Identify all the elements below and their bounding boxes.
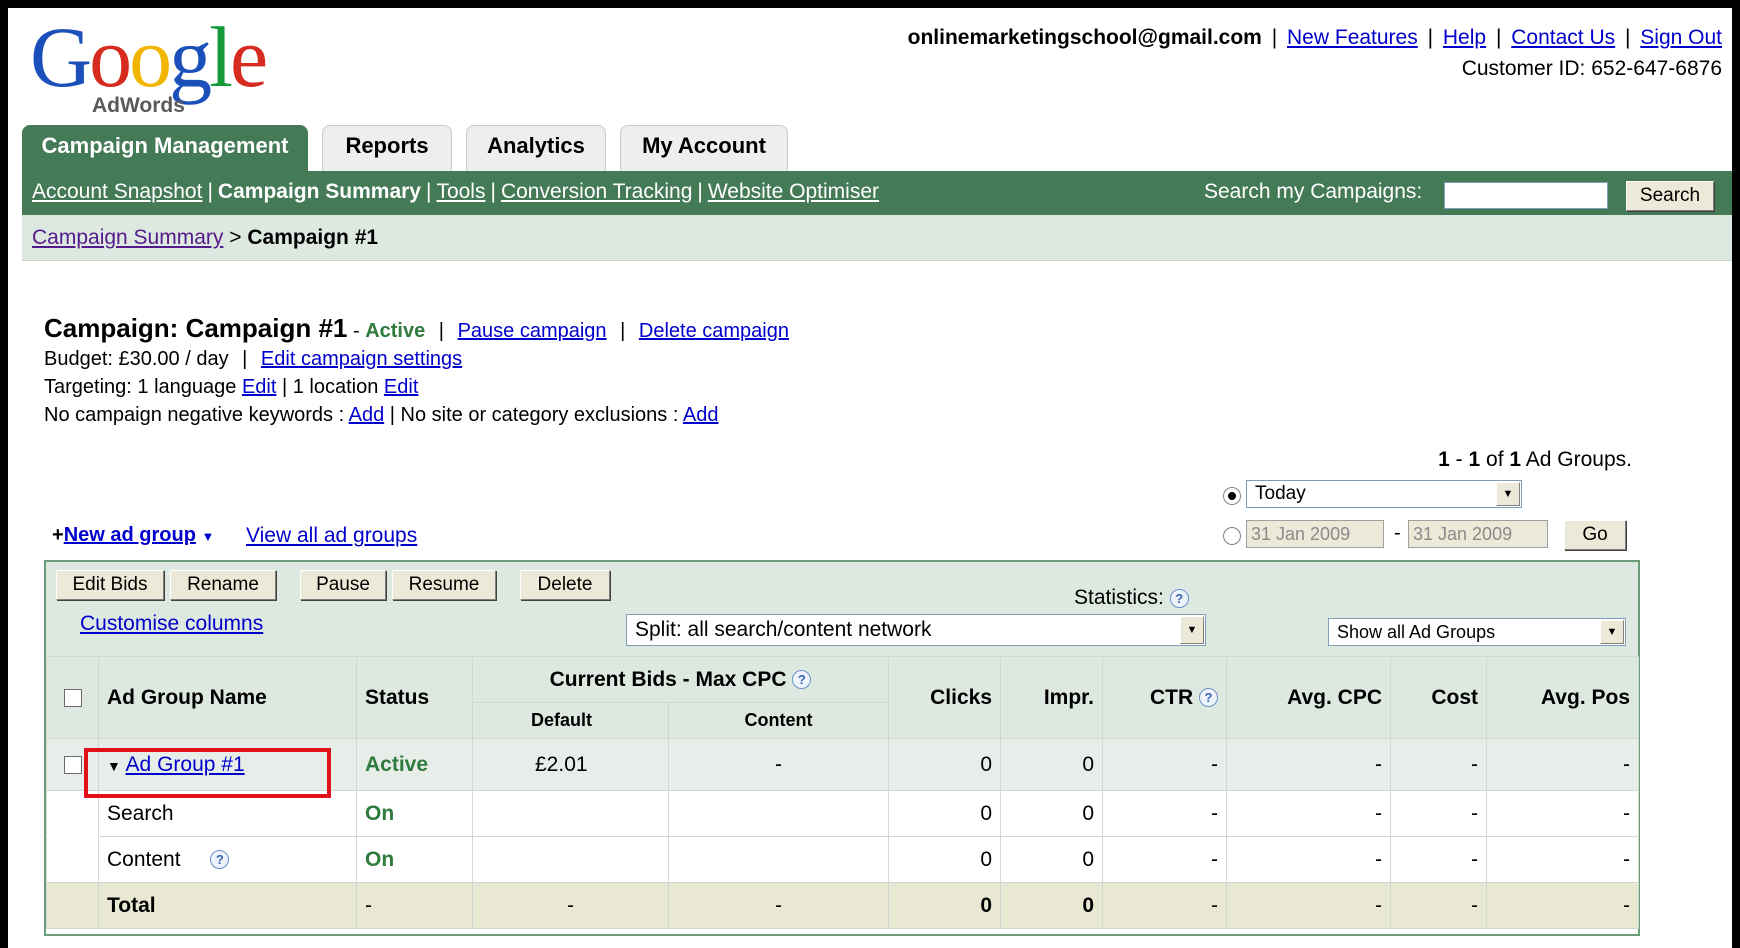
targeting-language: Targeting: 1 language bbox=[44, 376, 237, 398]
tab-analytics[interactable]: Analytics bbox=[466, 125, 606, 171]
logo-letter-e: e bbox=[230, 9, 268, 105]
ad-group-filter-select[interactable]: Show all Ad Groups ▼ bbox=[1328, 618, 1626, 646]
delete-button[interactable]: Delete bbox=[520, 570, 610, 600]
help-icon[interactable]: ? bbox=[1169, 588, 1189, 608]
date-preset-radio[interactable] bbox=[1223, 487, 1241, 505]
header-ad-group-name[interactable]: Ad Group Name bbox=[98, 656, 357, 739]
account-email: onlinemarketingschool@gmail.com bbox=[907, 26, 1262, 49]
logo-subtitle: AdWords bbox=[92, 94, 185, 117]
header-default-bid[interactable]: Default bbox=[472, 702, 669, 739]
adwords-page: Google AdWords onlinemarketingschool@gma… bbox=[8, 8, 1732, 948]
search-campaigns-input[interactable] bbox=[1444, 182, 1608, 209]
new-ad-group-control[interactable]: +New ad group ▼ bbox=[52, 524, 214, 547]
logo-letter-g: G bbox=[30, 9, 92, 105]
network-split-select[interactable]: Split: all search/content network ▼ bbox=[626, 614, 1206, 646]
header-clicks[interactable]: Clicks bbox=[888, 656, 1001, 739]
tab-reports[interactable]: Reports bbox=[322, 125, 452, 171]
header-cost[interactable]: Cost bbox=[1390, 656, 1487, 739]
new-features-link[interactable]: New Features bbox=[1287, 26, 1418, 49]
breadcrumb-campaign-summary[interactable]: Campaign Summary bbox=[32, 226, 223, 249]
campaign-budget: Budget: £30.00 / day bbox=[44, 348, 229, 370]
header-content-bid[interactable]: Content bbox=[668, 702, 889, 739]
negative-keywords-label: No campaign negative keywords : bbox=[44, 404, 345, 426]
logo-letter-l: l bbox=[209, 9, 233, 105]
tab-campaign-management[interactable]: Campaign Management bbox=[22, 125, 308, 171]
end-date-field[interactable]: 31 Jan 2009 bbox=[1408, 520, 1548, 548]
tab-my-account[interactable]: My Account bbox=[620, 125, 788, 171]
ad-group-count: 1 - 1 of 1 Ad Groups. bbox=[1438, 448, 1632, 471]
new-ad-group-link[interactable]: New ad group bbox=[64, 524, 196, 546]
table-toolbar: Edit Bids Rename Pause Resume Delete Cus… bbox=[46, 562, 1638, 656]
add-negative-keywords-link[interactable]: Add bbox=[349, 404, 385, 426]
chevron-down-icon: ▼ bbox=[1180, 616, 1204, 644]
go-button[interactable]: Go bbox=[1564, 520, 1626, 550]
table-total-row: Total - - - 0 0 - - - - bbox=[46, 882, 1639, 929]
view-all-ad-groups-link[interactable]: View all ad groups bbox=[246, 524, 417, 548]
campaign-status: Active bbox=[365, 320, 426, 342]
chevron-down-icon: ▼ bbox=[1600, 620, 1624, 644]
pause-campaign-link[interactable]: Pause campaign bbox=[458, 320, 607, 342]
search-campaigns-label: Search my Campaigns: bbox=[1204, 180, 1423, 203]
header-ctr[interactable]: CTR ? bbox=[1102, 656, 1227, 739]
edit-campaign-settings-link[interactable]: Edit campaign settings bbox=[261, 348, 462, 370]
targeting-location: | 1 location bbox=[281, 376, 379, 398]
resume-button[interactable]: Resume bbox=[392, 570, 496, 600]
date-custom-radio[interactable] bbox=[1223, 527, 1241, 545]
breadcrumb-current: Campaign #1 bbox=[247, 226, 379, 249]
customer-id: Customer ID: 652-647-6876 bbox=[1461, 57, 1722, 80]
start-date-field[interactable]: 31 Jan 2009 bbox=[1246, 520, 1384, 548]
sub-navigation: Account Snapshot | Campaign Summary | Tools |… bbox=[22, 171, 1732, 215]
customise-columns-link[interactable]: Customise columns bbox=[80, 612, 263, 636]
logo-letter-o1: o bbox=[89, 9, 132, 105]
header-avg-cpc[interactable]: Avg. CPC bbox=[1226, 656, 1391, 739]
help-link[interactable]: Help bbox=[1443, 26, 1486, 49]
header-current-bids: Current Bids - Max CPC ? bbox=[472, 656, 889, 703]
dropdown-arrow-icon[interactable]: ▼ bbox=[201, 529, 214, 544]
help-icon[interactable]: ? bbox=[1199, 688, 1218, 708]
help-icon[interactable]: ? bbox=[210, 850, 230, 870]
subnav-tools[interactable]: Tools bbox=[436, 180, 485, 203]
add-exclusions-link[interactable]: Add bbox=[683, 404, 719, 426]
campaign-title: Campaign: Campaign #1 bbox=[44, 313, 348, 343]
header-status[interactable]: Status bbox=[356, 656, 473, 739]
breadcrumb: Campaign Summary > Campaign #1 bbox=[22, 215, 1732, 261]
chevron-down-icon: ▼ bbox=[1496, 482, 1520, 506]
google-adwords-logo[interactable]: Google AdWords bbox=[30, 14, 290, 126]
subnav-website-optimiser[interactable]: Website Optimiser bbox=[708, 180, 879, 203]
statistics-label: Statistics: ? bbox=[1074, 586, 1189, 610]
sign-out-link[interactable]: Sign Out bbox=[1640, 26, 1722, 49]
delete-campaign-link[interactable]: Delete campaign bbox=[639, 320, 789, 342]
subnav-conversion-tracking[interactable]: Conversion Tracking bbox=[501, 180, 692, 203]
highlight-box bbox=[84, 748, 331, 798]
plus-icon: + bbox=[52, 524, 64, 546]
search-button[interactable]: Search bbox=[1626, 181, 1714, 211]
logo-wordmark: Google bbox=[30, 14, 268, 100]
edit-language-link[interactable]: Edit bbox=[242, 376, 276, 398]
logo-letter-g2: g bbox=[169, 9, 212, 105]
select-all-checkbox[interactable] bbox=[63, 688, 82, 707]
header-avg-pos[interactable]: Avg. Pos bbox=[1486, 656, 1639, 739]
campaign-info: Campaign: Campaign #1 - Active | Pause c… bbox=[44, 313, 789, 426]
subnav-campaign-summary[interactable]: Campaign Summary bbox=[218, 180, 421, 203]
row-default-bid[interactable]: £2.01 bbox=[472, 738, 669, 791]
help-icon[interactable]: ? bbox=[792, 670, 812, 690]
rename-button[interactable]: Rename bbox=[170, 570, 276, 600]
logo-letter-o2: o bbox=[129, 9, 172, 105]
select-all-cell bbox=[46, 656, 99, 739]
edit-bids-button[interactable]: Edit Bids bbox=[56, 570, 164, 600]
date-preset-select[interactable]: Today ▼ bbox=[1246, 480, 1522, 508]
header-impressions[interactable]: Impr. bbox=[1000, 656, 1103, 739]
pause-button[interactable]: Pause bbox=[300, 570, 386, 600]
contact-us-link[interactable]: Contact Us bbox=[1511, 26, 1615, 49]
row-checkbox[interactable] bbox=[63, 755, 82, 774]
exclusions-label: | No site or category exclusions : bbox=[389, 404, 679, 426]
subnav-account-snapshot[interactable]: Account Snapshot bbox=[32, 180, 202, 203]
account-links: onlinemarketingschool@gmail.com | New Fe… bbox=[908, 22, 1722, 84]
edit-location-link[interactable]: Edit bbox=[384, 376, 418, 398]
row-status: Active bbox=[356, 738, 473, 791]
table-row: Content ? On 0 0 - - - - bbox=[46, 836, 1639, 883]
